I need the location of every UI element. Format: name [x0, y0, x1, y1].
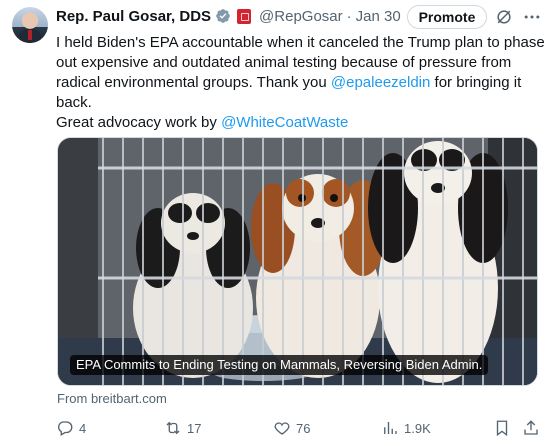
tweet-text: I held Biden's EPA accountable when it c…	[56, 33, 545, 133]
tweet-text-segment: for bringing it	[430, 74, 522, 91]
author-name[interactable]: Rep. Paul Gosar, DDS	[56, 8, 211, 25]
separator-dot: ·	[346, 7, 352, 25]
views-button[interactable]: 1.9K	[381, 416, 431, 440]
link-source[interactable]: From breitbart.com	[57, 391, 167, 406]
government-flag-icon	[237, 8, 252, 24]
avatar-tie	[28, 30, 32, 40]
mention-link[interactable]: @epaleezeldin	[331, 74, 430, 91]
avatar[interactable]	[12, 7, 48, 43]
tweet-text-segment: Great advocacy work by	[56, 114, 222, 131]
tweet-line: I held Biden's EPA accountable when it c…	[56, 34, 545, 51]
reply-button[interactable]: 4	[56, 416, 86, 440]
author-handle[interactable]: @RepGosar	[259, 8, 343, 25]
share-button[interactable]	[522, 416, 540, 440]
mention-link[interactable]: @WhiteCoatWaste	[221, 114, 348, 131]
share-icon	[524, 420, 538, 435]
tweet-date[interactable]: Jan 30	[356, 8, 401, 25]
article-image[interactable]: EPA Commits to Ending Testing on Mammals…	[57, 137, 538, 386]
image-caption: EPA Commits to Ending Testing on Mammals…	[70, 355, 489, 375]
action-bar: 4 17 76 1.9K	[56, 416, 544, 440]
reply-count: 4	[79, 420, 87, 436]
tweet-text-segment: radical environmental groups. Thank you	[56, 74, 331, 91]
tweet-line: Great advocacy work by @WhiteCoatWaste	[56, 113, 540, 133]
views-icon	[384, 422, 397, 434]
repost-count: 17	[187, 420, 202, 436]
verified-badge-icon[interactable]	[215, 8, 231, 24]
tweet-line: back.	[56, 94, 92, 111]
repost-button[interactable]: 17	[164, 416, 201, 440]
promote-button[interactable]: Promote	[407, 5, 487, 29]
like-button[interactable]: 76	[273, 416, 310, 440]
tweet-line: radical environmental groups. Thank you …	[56, 73, 540, 93]
like-count: 76	[296, 420, 311, 436]
views-count: 1.9K	[404, 420, 431, 436]
reply-icon	[58, 421, 73, 436]
repost-icon	[166, 421, 180, 435]
more-icon[interactable]	[522, 7, 542, 27]
tweet-line: out expensive and outdated animal testin…	[56, 54, 512, 71]
bookmark-button[interactable]	[493, 416, 511, 440]
bookmark-icon	[496, 420, 508, 437]
heart-icon	[274, 422, 290, 435]
dogs-in-cage-photo	[58, 138, 537, 385]
grok-icon[interactable]	[494, 7, 514, 27]
